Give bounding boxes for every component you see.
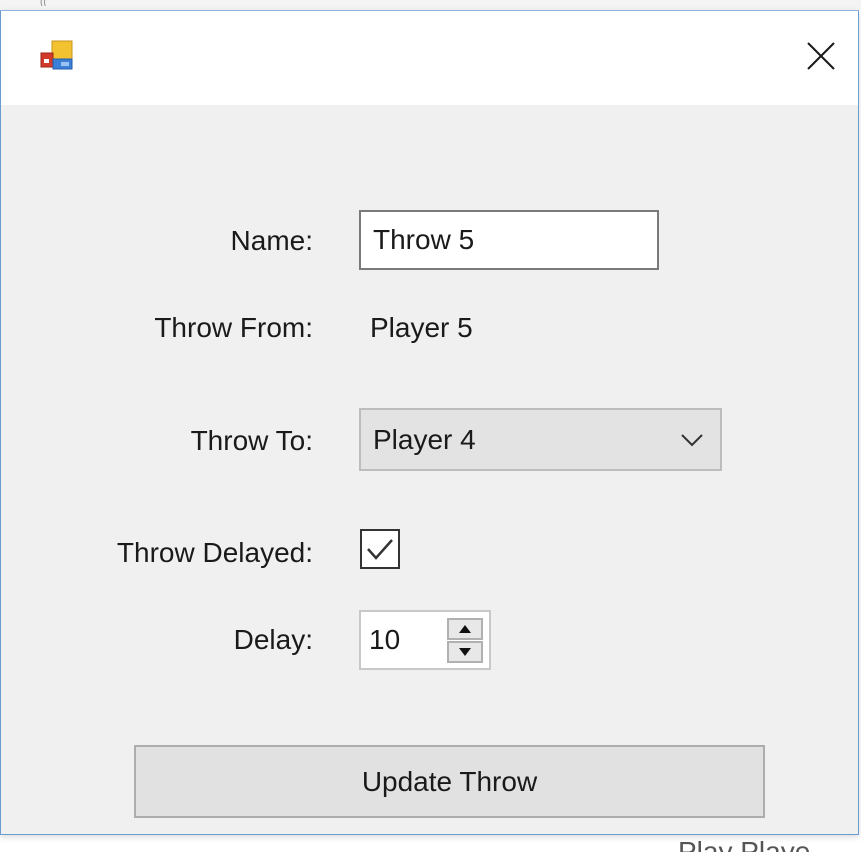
close-icon: [807, 42, 835, 70]
arrow-down-icon: [459, 648, 471, 656]
checkmark-icon: [367, 539, 393, 560]
title-bar[interactable]: [1, 11, 858, 105]
screen: (( Play Playe Name:: [0, 0, 861, 852]
delay-decrement-button[interactable]: [447, 641, 483, 663]
chevron-down-icon: [681, 434, 703, 447]
delay-label: Delay:: [233, 624, 313, 655]
delay-value[interactable]: 10: [369, 622, 400, 658]
winforms-app-icon: [39, 39, 75, 75]
throw-to-select[interactable]: Player 4: [359, 408, 722, 471]
update-throw-button[interactable]: Update Throw: [134, 745, 765, 818]
background-window-text: ((: [40, 0, 47, 6]
name-label: Name:: [230, 225, 313, 256]
delay-increment-button[interactable]: [447, 618, 483, 640]
background-window-text-bottom: Play Playe: [678, 838, 861, 852]
throw-delayed-checkbox[interactable]: [360, 529, 400, 569]
throw-from-value: Player 5: [370, 312, 473, 343]
edit-throw-dialog: Name: Throw 5 Throw From: Player 5 Throw…: [0, 10, 859, 835]
close-button[interactable]: [796, 31, 846, 81]
throw-to-selected-value: Player 4: [373, 424, 476, 455]
arrow-up-icon: [459, 625, 471, 633]
background-window-strip: ((: [0, 0, 861, 10]
throw-from-label: Throw From:: [154, 312, 313, 343]
name-input[interactable]: Throw 5: [359, 210, 659, 270]
throw-delayed-label: Throw Delayed:: [116, 537, 313, 568]
throw-to-label: Throw To:: [190, 425, 313, 456]
delay-stepper[interactable]: 10: [359, 610, 491, 670]
